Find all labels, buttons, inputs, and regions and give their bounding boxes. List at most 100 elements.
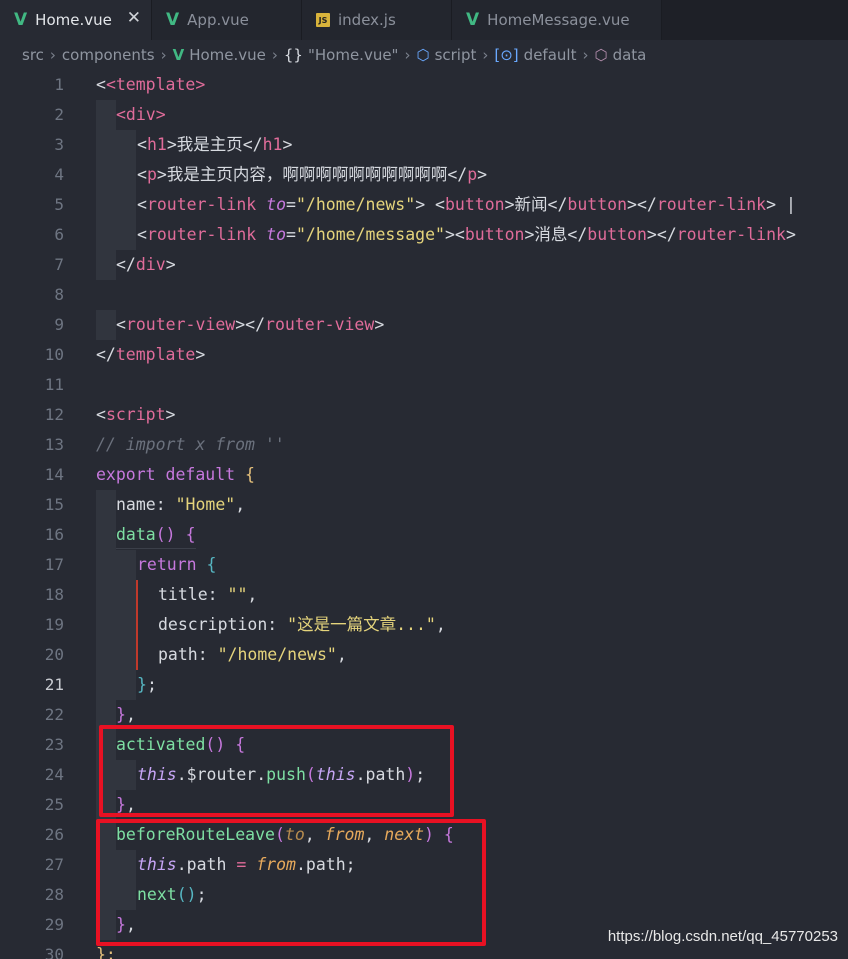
string-value: "Home": [175, 495, 236, 514]
attribute-name: to: [266, 225, 287, 244]
keyword: export: [96, 465, 156, 484]
tab-app-vue[interactable]: V App.vue: [152, 0, 302, 40]
chevron-right-icon: ›: [404, 46, 411, 64]
chevron-right-icon: ›: [49, 46, 56, 64]
div-tag: <div>: [116, 105, 166, 124]
property-key: path: [158, 645, 198, 664]
line-number: 29: [44, 915, 64, 934]
tag-name: h1: [146, 135, 167, 154]
line-number: 24: [44, 765, 64, 784]
tab-index-js[interactable]: JS index.js: [302, 0, 452, 40]
close-icon[interactable]: ✕: [127, 8, 141, 28]
line-number: 22: [44, 705, 64, 724]
indent-guide-error: [136, 580, 138, 670]
breadcrumb-item-module[interactable]: "Home.vue": [308, 46, 398, 64]
line-number: 20: [44, 645, 64, 664]
code-line-9: <router-view></router-view>: [116, 315, 385, 334]
watermark: https://blog.csdn.net/qq_45770253: [607, 928, 838, 945]
tag-name: div: [135, 255, 166, 274]
text-content: 我是主页: [176, 135, 243, 154]
tag-name: router-link: [656, 195, 767, 214]
code-line-14: export default {: [96, 465, 255, 484]
line-number: 30: [44, 945, 64, 959]
property-key: title: [158, 585, 208, 604]
code-line-15: name: "Home",: [116, 495, 246, 514]
indent-highlight: [96, 100, 116, 280]
tab-home-vue[interactable]: V Home.vue ✕: [0, 0, 152, 40]
breadcrumb-item-default[interactable]: default: [524, 46, 577, 64]
code-line-18: title: "",: [158, 585, 258, 604]
string-value: "/home/news": [217, 645, 337, 664]
chevron-right-icon: ›: [160, 46, 167, 64]
tag-name: button: [587, 225, 647, 244]
line-number: 26: [44, 825, 64, 844]
line-number: 19: [44, 615, 64, 634]
breadcrumb-item-src[interactable]: src: [22, 46, 44, 64]
line-number: 25: [44, 795, 64, 814]
tag-name: router-link: [146, 195, 257, 214]
line-number: 5: [54, 195, 64, 214]
line-number: 1: [54, 75, 64, 94]
text-content: 消息: [534, 225, 568, 244]
tag-name: h1: [262, 135, 283, 154]
chevron-right-icon: ›: [271, 46, 278, 64]
line-number: 2: [54, 105, 64, 124]
attribute-value: "/home/message": [295, 225, 445, 244]
tag-name: script: [105, 405, 166, 424]
chevron-right-icon: ›: [482, 46, 489, 64]
tag-name: button: [567, 195, 628, 214]
template-tag: <template>: [105, 75, 206, 94]
breadcrumb-item-file[interactable]: Home.vue: [189, 46, 266, 64]
line-number: 11: [44, 375, 64, 394]
attribute-value: "/home/news": [295, 195, 416, 214]
keyword: return: [137, 555, 197, 574]
tag-name: button: [445, 195, 505, 214]
string-value: "这是一篇文章...": [287, 615, 436, 634]
code-line-16: data() {: [116, 525, 196, 544]
code-line-5: <router-link to="/home/news"> <button>新闻…: [137, 195, 796, 214]
annotation-box-activated: [99, 725, 454, 817]
tag-name: template: [115, 345, 196, 364]
code-line-21: };: [137, 675, 157, 694]
code-line-2: <div>: [116, 100, 166, 130]
tag-name: router-link: [676, 225, 786, 244]
code-line-7: </div>: [116, 255, 176, 274]
code-line-20: path: "/home/news",: [158, 645, 347, 664]
line-number: 10: [44, 345, 64, 364]
line-number: 16: [44, 525, 64, 544]
tag-name: router-view: [125, 315, 236, 334]
tab-label: HomeMessage.vue: [487, 11, 630, 29]
line-number: 9: [54, 315, 64, 334]
line-number-current: 21: [44, 675, 64, 694]
indent-highlight: [116, 550, 136, 700]
code-line-13: // import x from '': [96, 435, 285, 454]
code-line-6: <router-link to="/home/message"><button>…: [137, 225, 796, 244]
function-name: data: [116, 525, 156, 544]
breadcrumb-item-script[interactable]: script: [435, 46, 477, 64]
annotation-box-beforerouteleave: [96, 819, 486, 946]
code-line-10: </template>: [96, 345, 206, 364]
vue-icon: V: [466, 10, 480, 30]
editor-tab-bar: V Home.vue ✕ V App.vue JS index.js V Hom…: [0, 0, 848, 40]
code-line-12: <script>: [96, 405, 176, 424]
tab-homemessage-vue[interactable]: V HomeMessage.vue: [452, 0, 662, 40]
line-number: 13: [44, 435, 64, 454]
text-content: |: [776, 195, 796, 214]
attribute-name: to: [266, 195, 287, 214]
line-number: 8: [54, 285, 64, 304]
breadcrumb-item-components[interactable]: components: [62, 46, 155, 64]
tab-label: index.js: [338, 11, 396, 29]
tag-name: router-link: [146, 225, 257, 244]
tag-name: router-view: [265, 315, 375, 334]
vue-icon: V: [14, 10, 28, 30]
line-number: 14: [44, 465, 64, 484]
breadcrumb-item-data[interactable]: data: [613, 46, 647, 64]
vue-icon: V: [172, 46, 185, 64]
cube-icon: ⬡: [416, 46, 430, 64]
code-line-1: <<template>: [96, 75, 206, 94]
tab-label: App.vue: [187, 11, 249, 29]
line-number: 6: [54, 225, 64, 244]
code-line-17: return {: [137, 555, 217, 574]
tab-label: Home.vue: [35, 11, 112, 29]
text-content: 新闻: [514, 195, 548, 214]
